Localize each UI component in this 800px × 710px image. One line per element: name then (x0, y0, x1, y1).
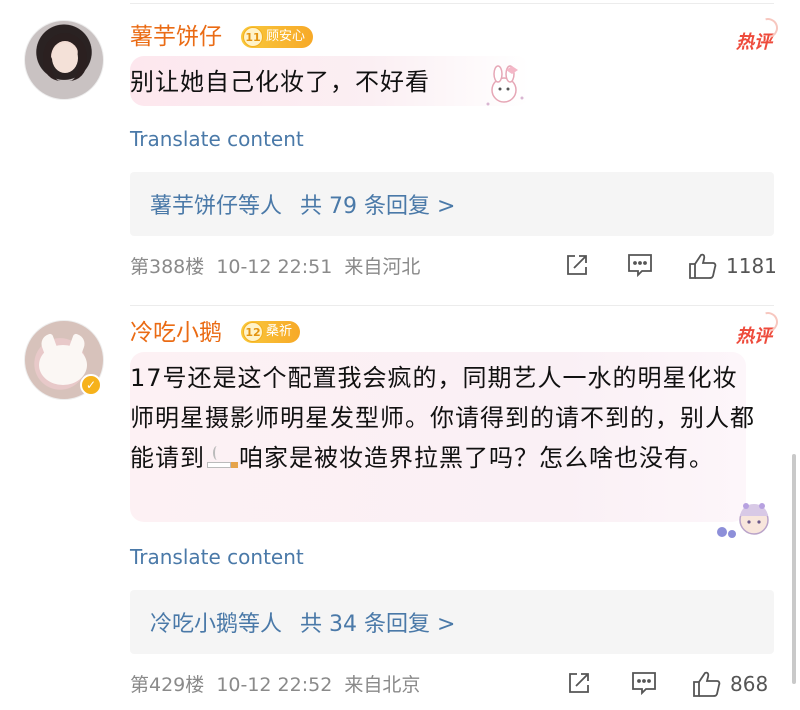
fan-badge[interactable]: 12 桑祈 (241, 321, 301, 343)
share-button[interactable] (566, 670, 592, 696)
comment-datetime: 10-12 22:52 (216, 674, 333, 696)
comment-icon (632, 672, 656, 696)
avatar[interactable] (24, 20, 104, 100)
scrollbar[interactable] (792, 454, 796, 684)
comment-icon (628, 254, 652, 278)
comment-text: 别让她自己化妆了，不好看 (130, 68, 430, 96)
comment-location: 来自河北 (344, 256, 421, 278)
like-button[interactable]: 868 (692, 670, 768, 698)
comment-meta: 第429楼 10-12 22:52 来自北京 (130, 672, 420, 698)
reply-count: 共 34 条回复 > (300, 612, 456, 637)
fan-badge[interactable]: 11 顾安心 (241, 26, 314, 48)
fan-level: 12 (243, 322, 263, 342)
comment-meta: 第388楼 10-12 22:51 来自河北 (130, 254, 420, 280)
share-icon (567, 255, 587, 275)
comment-divider (130, 305, 774, 306)
comment-text-part2: 咱家是被妆造界拉黑了吗？怎么啥也没有。 (239, 444, 714, 472)
share-button[interactable] (564, 252, 590, 278)
cigarette-emoji-icon (205, 446, 239, 470)
comment-datetime: 10-12 22:51 (216, 256, 333, 278)
translate-link[interactable]: Translate content (130, 126, 304, 152)
thumbs-up-icon (693, 671, 721, 697)
floor-number: 第429楼 (130, 674, 205, 696)
fan-name: 桑祈 (266, 324, 293, 339)
reply-summary-box[interactable]: 薯芋饼仔等人 共 79 条回复 > (130, 172, 774, 236)
username[interactable]: 冷吃小鹅 (130, 318, 222, 348)
comment-button[interactable] (630, 670, 658, 696)
translate-link[interactable]: Translate content (130, 544, 304, 570)
verified-badge-icon: ✓ (80, 374, 102, 396)
top-divider (130, 3, 774, 4)
fan-level: 11 (243, 27, 263, 47)
like-count: 868 (730, 672, 769, 696)
hot-comment-tag: 热评 (736, 14, 782, 54)
like-button[interactable]: 1181 (688, 252, 777, 280)
share-icon (569, 673, 589, 693)
reply-summary-box[interactable]: 冷吃小鹅等人 共 34 条回复 > (130, 590, 774, 654)
like-count: 1181 (726, 254, 777, 278)
avatar-cat (39, 345, 87, 385)
avatar-face (52, 43, 78, 73)
reply-names: 冷吃小鹅等人 (150, 612, 283, 637)
thumbs-up-icon (689, 253, 717, 279)
reply-names: 薯芋饼仔等人 (150, 194, 283, 219)
hot-comment-tag: 热评 (736, 308, 782, 348)
comment-location: 来自北京 (344, 674, 421, 696)
floor-number: 第388楼 (130, 256, 205, 278)
fan-name: 顾安心 (266, 29, 306, 44)
bunny-sticker-icon (486, 65, 524, 106)
comment-button[interactable] (626, 252, 654, 278)
reply-count: 共 79 条回复 > (300, 194, 456, 219)
girl-sticker-icon (717, 503, 769, 538)
comment-text: 17号还是这个配置我会疯的，同期艺人一水的明星化妆师明星摄影师明星发型师。你请得… (130, 358, 760, 478)
username[interactable]: 薯芋饼仔 (130, 22, 222, 52)
